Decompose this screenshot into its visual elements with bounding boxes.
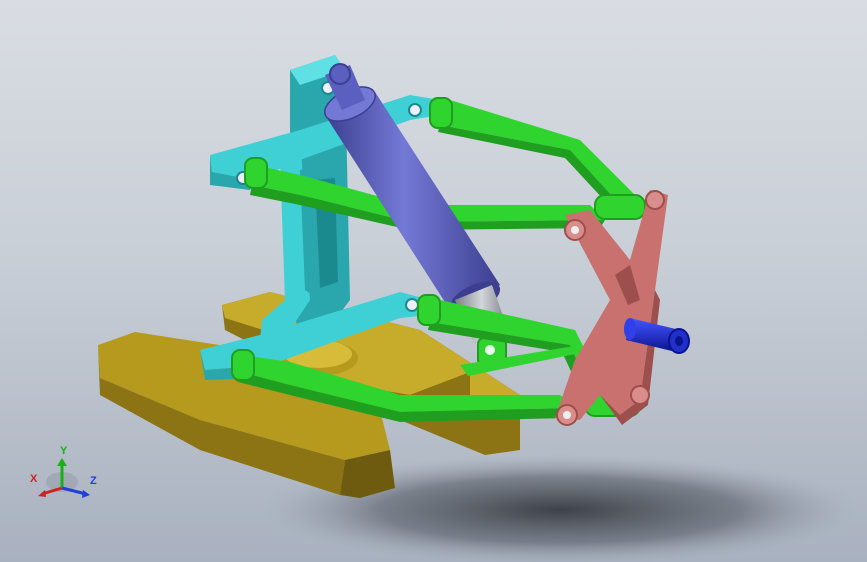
triad-z-arrow-icon [82,490,90,498]
wheel-upright[interactable] [555,190,668,426]
suspension-assembly-model[interactable] [0,0,867,562]
triad-x-label: X [30,473,38,485]
reference-triad[interactable]: X Y Z [26,442,106,506]
triad-x-arrow-icon [38,490,46,497]
triad-z-label: Z [90,475,97,487]
graphics-viewport[interactable]: X Y Z [0,0,867,562]
triad-y-label: Y [60,445,68,457]
triad-y-arrow-icon [57,458,67,466]
